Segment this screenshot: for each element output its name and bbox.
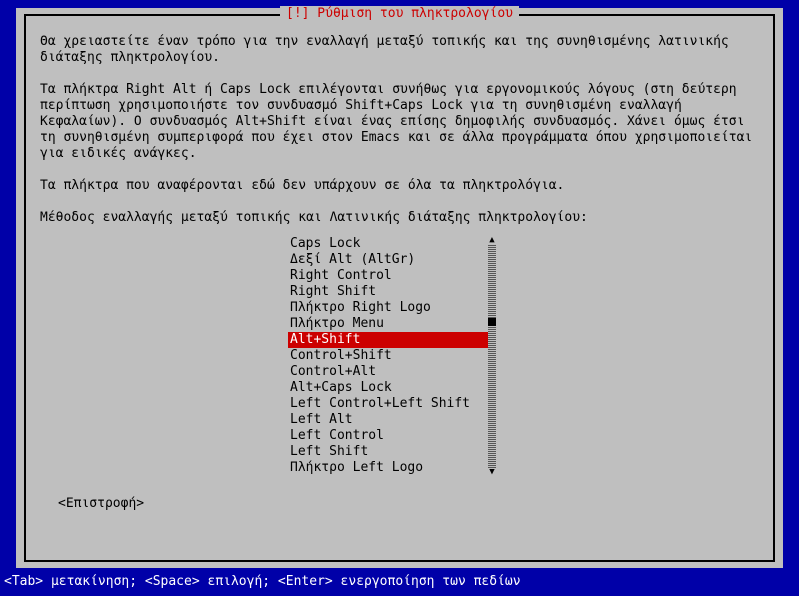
option-item[interactable]: Πλήκτρο Right Logo bbox=[288, 300, 488, 316]
option-item[interactable]: Control+Shift bbox=[288, 348, 488, 364]
option-item[interactable]: Right Control bbox=[288, 268, 488, 284]
scrollbar[interactable]: ▲ ▼ bbox=[488, 236, 496, 476]
scrollbar-track[interactable] bbox=[488, 244, 496, 468]
scroll-down-icon[interactable]: ▼ bbox=[488, 468, 496, 476]
option-list-wrap: Caps LockΔεξί Alt (AltGr)Right ControlRi… bbox=[288, 236, 508, 476]
option-list[interactable]: Caps LockΔεξί Alt (AltGr)Right ControlRi… bbox=[288, 236, 488, 476]
option-item[interactable]: Control+Alt bbox=[288, 364, 488, 380]
footer-hint: <Tab> μετακίνηση; <Space> επιλογή; <Ente… bbox=[4, 574, 521, 590]
installer-screen: [!] Ρύθμιση του πληκτρολογίου Θα χρειαστ… bbox=[0, 0, 799, 596]
dialog-box: [!] Ρύθμιση του πληκτρολογίου Θα χρειαστ… bbox=[16, 8, 783, 568]
option-item[interactable]: Left Control bbox=[288, 428, 488, 444]
option-item[interactable]: Right Shift bbox=[288, 284, 488, 300]
dialog-frame: [!] Ρύθμιση του πληκτρολογίου Θα χρειαστ… bbox=[24, 14, 775, 562]
dialog-content: Θα χρειαστείτε έναν τρόπο για την εναλλα… bbox=[40, 34, 759, 554]
option-item[interactable]: Left Control+Left Shift bbox=[288, 396, 488, 412]
paragraph-2: Τα πλήκτρα Right Alt ή Caps Lock επιλέγο… bbox=[40, 82, 759, 162]
dialog-title: [!] Ρύθμιση του πληκτρολογίου bbox=[280, 6, 519, 22]
back-button[interactable]: <Επιστροφή> bbox=[58, 496, 144, 512]
prompt-label: Μέθοδος εναλλαγής μεταξύ τοπικής και Λατ… bbox=[40, 210, 759, 226]
option-item[interactable]: Πλήκτρο Menu bbox=[288, 316, 488, 332]
option-item[interactable]: Left Shift bbox=[288, 444, 488, 460]
option-item[interactable]: Πλήκτρο Left Logo bbox=[288, 460, 488, 476]
option-item[interactable]: Alt+Shift bbox=[288, 332, 488, 348]
option-item[interactable]: Alt+Caps Lock bbox=[288, 380, 488, 396]
scrollbar-thumb[interactable] bbox=[488, 318, 496, 326]
paragraph-1: Θα χρειαστείτε έναν τρόπο για την εναλλα… bbox=[40, 34, 759, 66]
scroll-up-icon[interactable]: ▲ bbox=[488, 236, 496, 244]
option-item[interactable]: Δεξί Alt (AltGr) bbox=[288, 252, 488, 268]
option-item[interactable]: Left Alt bbox=[288, 412, 488, 428]
option-item[interactable]: Caps Lock bbox=[288, 236, 488, 252]
paragraph-3: Τα πλήκτρα που αναφέρονται εδώ δεν υπάρχ… bbox=[40, 178, 759, 194]
